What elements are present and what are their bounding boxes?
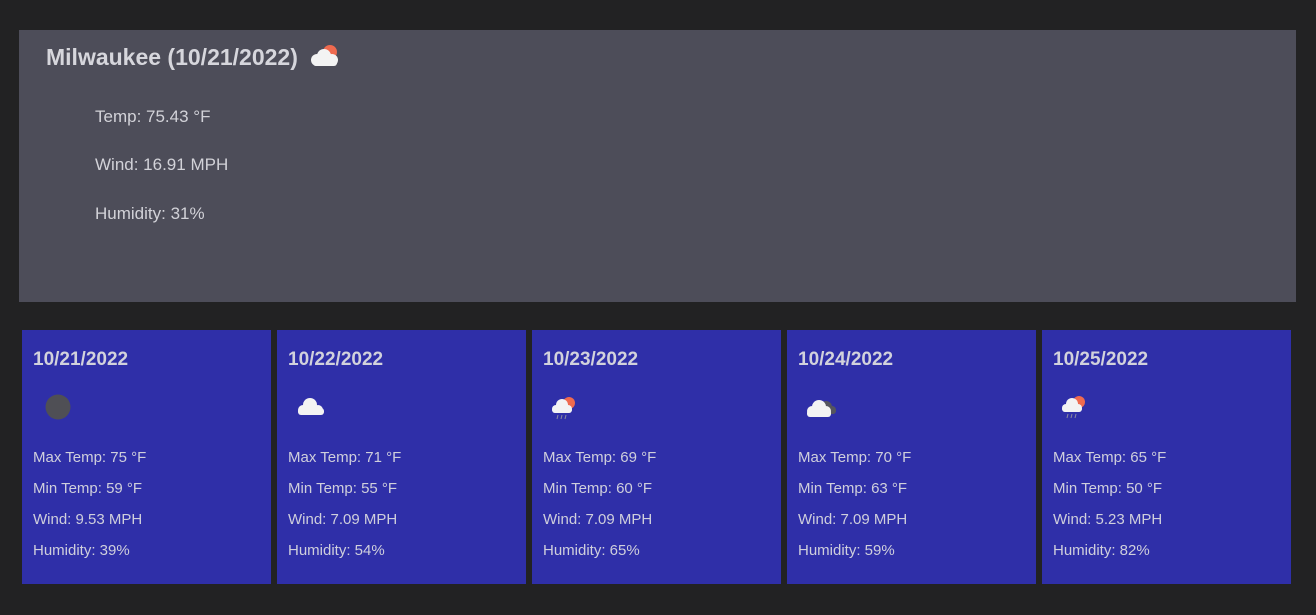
forecast-humidity: Humidity: 65% — [543, 542, 640, 559]
forecast-min-temp: Min Temp: 60 °F — [543, 480, 653, 497]
forecast-list: 10/21/2022 Max Temp: 75 °F Min Temp: 59 … — [22, 330, 1291, 584]
current-heading: Milwaukee (10/21/2022) — [46, 43, 341, 71]
rain-sun-icon — [550, 390, 590, 426]
current-humidity: Humidity: 31% — [95, 204, 205, 223]
moon-icon — [40, 390, 80, 426]
forecast-card: 10/25/2022 Max Temp: 65 °F Min Temp: 50 … — [1042, 330, 1291, 584]
forecast-max-temp: Max Temp: 70 °F — [798, 449, 912, 466]
forecast-wind: Wind: 7.09 MPH — [798, 511, 908, 528]
cloud-icon — [295, 390, 335, 426]
current-wind: Wind: 16.91 MPH — [95, 155, 229, 174]
forecast-humidity: Humidity: 54% — [288, 542, 385, 559]
forecast-date: 10/24/2022 — [798, 349, 894, 370]
forecast-card: 10/24/2022 Max Temp: 70 °F Min Temp: 63 … — [787, 330, 1036, 584]
forecast-wind: Wind: 9.53 MPH — [33, 511, 143, 528]
current-temp: Temp: 75.43 °F — [95, 107, 211, 126]
forecast-date: 10/25/2022 — [1053, 349, 1149, 370]
current-weather-panel: Milwaukee (10/21/2022) Temp: 75.43 °F Wi… — [19, 30, 1296, 302]
forecast-humidity: Humidity: 82% — [1053, 542, 1150, 559]
forecast-wind: Wind: 7.09 MPH — [543, 511, 653, 528]
forecast-max-temp: Max Temp: 71 °F — [288, 449, 402, 466]
forecast-humidity: Humidity: 59% — [798, 542, 895, 559]
forecast-date: 10/23/2022 — [543, 349, 639, 370]
forecast-min-temp: Min Temp: 59 °F — [33, 480, 143, 497]
forecast-max-temp: Max Temp: 65 °F — [1053, 449, 1167, 466]
forecast-wind: Wind: 7.09 MPH — [288, 511, 398, 528]
forecast-min-temp: Min Temp: 50 °F — [1053, 480, 1163, 497]
forecast-card: 10/22/2022 Max Temp: 71 °F Min Temp: 55 … — [277, 330, 526, 584]
forecast-min-temp: Min Temp: 55 °F — [288, 480, 398, 497]
forecast-date: 10/21/2022 — [33, 349, 129, 370]
forecast-card: 10/23/2022 Max Temp: 69 °F Min Temp: 60 … — [532, 330, 781, 584]
forecast-max-temp: Max Temp: 75 °F — [33, 449, 147, 466]
forecast-humidity: Humidity: 39% — [33, 542, 130, 559]
cloud-sun-icon — [307, 43, 341, 71]
forecast-min-temp: Min Temp: 63 °F — [798, 480, 908, 497]
broken-clouds-icon — [805, 390, 845, 426]
current-city-date: Milwaukee (10/21/2022) — [46, 43, 298, 70]
forecast-wind: Wind: 5.23 MPH — [1053, 511, 1163, 528]
forecast-date: 10/22/2022 — [288, 349, 384, 370]
forecast-card: 10/21/2022 Max Temp: 75 °F Min Temp: 59 … — [22, 330, 271, 584]
rain-sun-icon — [1060, 390, 1100, 426]
forecast-max-temp: Max Temp: 69 °F — [543, 449, 657, 466]
